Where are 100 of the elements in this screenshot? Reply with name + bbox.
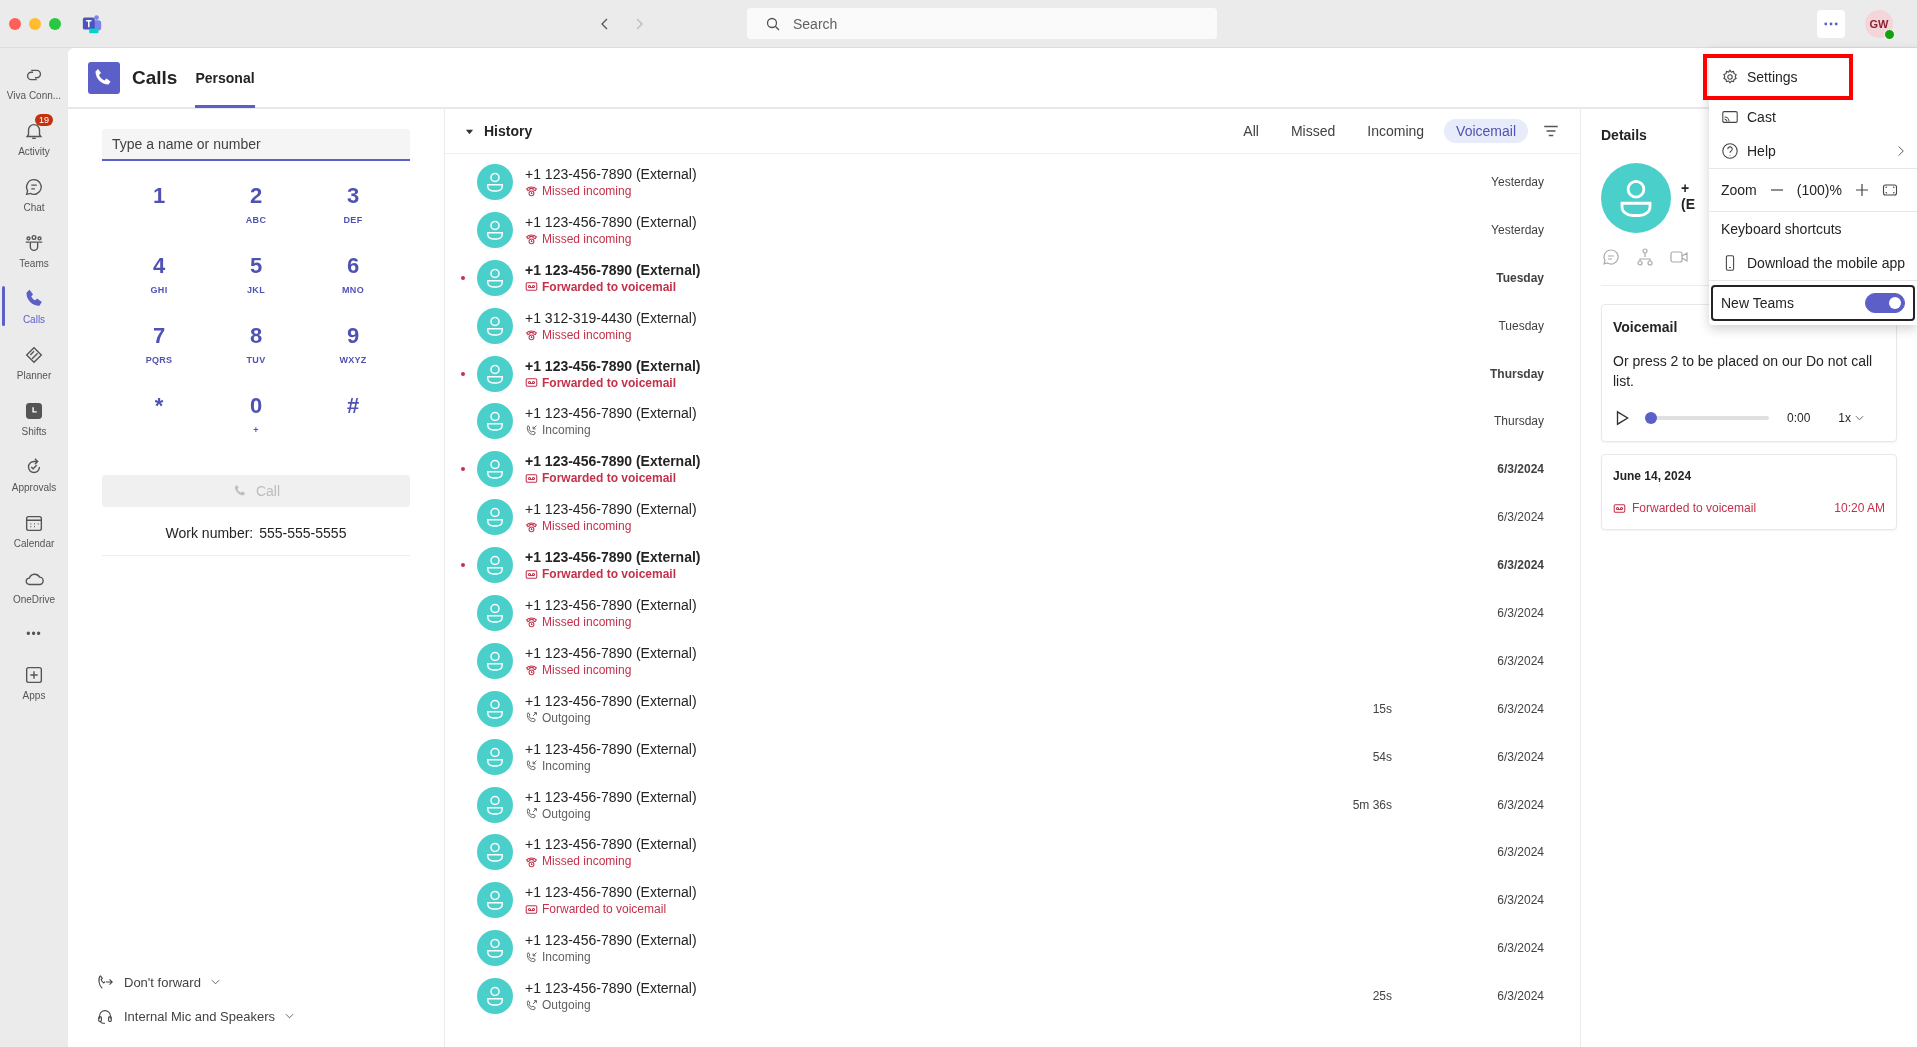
- call-date: 6/3/2024: [1496, 653, 1544, 668]
- full-screen-icon[interactable]: [1881, 182, 1898, 198]
- app-bar-item[interactable]: Calls: [0, 278, 68, 334]
- app-bar-item[interactable]: Shifts: [0, 390, 68, 446]
- outgoing-call-icon: [525, 807, 538, 820]
- caller-name: +1 312-319-4430 (External): [525, 309, 698, 326]
- filter-chip[interactable]: All: [1231, 119, 1271, 143]
- playback-speed-dropdown[interactable]: 1x: [1838, 411, 1865, 425]
- more-options-button[interactable]: [1817, 9, 1845, 38]
- voicemail-title: Voicemail: [1613, 319, 1679, 335]
- app-bar-label: Viva Conn...: [6, 89, 62, 101]
- dial-key[interactable]: 0 +: [207, 393, 305, 463]
- search-field[interactable]: Search: [747, 8, 1217, 39]
- search-icon: [765, 16, 781, 32]
- call-history-row[interactable]: +1 123-456-7890 (External) Outgoing 5m 36s 6/3/2024: [445, 780, 1580, 829]
- call-history-row[interactable]: +1 123-456-7890 (External) Forwarded to voicemail 6/3/2024: [445, 876, 1580, 925]
- dial-key[interactable]: *: [110, 393, 208, 463]
- filter-chip[interactable]: Voicemail: [1444, 119, 1528, 143]
- call-status: Missed incoming: [542, 854, 632, 869]
- app-bar-item[interactable]: Apps: [0, 654, 68, 710]
- missed-call-icon: [525, 184, 538, 198]
- app-bar-item[interactable]: •••: [0, 614, 68, 654]
- close-window-button[interactable]: [9, 17, 21, 30]
- call-history-row[interactable]: +1 123-456-7890 (External) Incoming Thursday: [445, 397, 1580, 446]
- dial-key[interactable]: 9 WXYZ: [304, 323, 402, 393]
- dial-key[interactable]: 6 MNO: [304, 253, 402, 323]
- app-bar-item[interactable]: Teams: [0, 222, 68, 278]
- menu-item[interactable]: Keyboard shortcuts: [1709, 212, 1917, 246]
- app-bar-item[interactable]: Viva Conn...: [0, 54, 68, 110]
- menu-item[interactable]: New Teams: [1711, 285, 1915, 321]
- call-history-row[interactable]: +1 123-456-7890 (External) Forwarded to voicemail 6/3/2024: [445, 541, 1580, 589]
- call-duration: 5m 36s: [1352, 797, 1392, 812]
- account-avatar[interactable]: GW: [1865, 9, 1893, 38]
- filter-chip[interactable]: Incoming: [1355, 119, 1437, 143]
- call-history-row[interactable]: +1 123-456-7890 (External) Forwarded to voicemail Thursday: [445, 349, 1580, 398]
- voicemail-icon: [525, 471, 538, 485]
- dial-key[interactable]: 2 ABC: [207, 183, 305, 253]
- history-section-toggle[interactable]: History: [465, 123, 533, 139]
- dial-key[interactable]: 8 TUV: [207, 323, 305, 393]
- caller-name: +1 123-456-7890 (External): [525, 788, 698, 805]
- dial-key[interactable]: 5 JKL: [207, 253, 305, 323]
- number-input-field[interactable]: Type a name or number: [102, 129, 410, 161]
- app-bar-item[interactable]: Chat: [0, 166, 68, 222]
- call-history-row[interactable]: +1 123-456-7890 (External) Missed incoming 6/3/2024: [445, 589, 1580, 637]
- call-history-row[interactable]: +1 123-456-7890 (External) Incoming 54s 6/3/2024: [445, 732, 1580, 781]
- call-history-row[interactable]: +1 123-456-7890 (External) Outgoing 25s 6/3/2024: [445, 972, 1580, 1021]
- filter-chip[interactable]: Missed: [1278, 119, 1348, 143]
- playback-time: 0:00: [1787, 411, 1811, 425]
- caller-name: +1 123-456-7890 (External): [525, 836, 698, 853]
- app-bar-item[interactable]: Planner: [0, 334, 68, 390]
- call-history-row[interactable]: +1 123-456-7890 (External) Forwarded to voicemail 6/3/2024: [445, 445, 1580, 494]
- call-history-row[interactable]: +1 123-456-7890 (External) Incoming 6/3/2024: [445, 924, 1580, 973]
- org-chart-icon[interactable]: [1635, 247, 1655, 267]
- zoom-in-icon[interactable]: [1853, 182, 1870, 198]
- app-bar-label: OneDrive: [12, 593, 56, 605]
- call-forwarding-dropdown[interactable]: Don't forward: [96, 965, 220, 999]
- call-history-row[interactable]: +1 123-456-7890 (External) Missed incoming Yesterday: [445, 205, 1580, 254]
- call-history-row[interactable]: +1 123-456-7890 (External) Forwarded to voicemail Tuesday: [445, 253, 1580, 302]
- avatar-icon: [477, 594, 513, 631]
- toggle-switch[interactable]: [1865, 293, 1905, 313]
- caller-name: +1 123-456-7890 (External): [525, 980, 698, 997]
- caller-name: +1 123-456-7890 (External): [525, 692, 698, 709]
- app-bar-item[interactable]: 19 Activity: [0, 110, 68, 166]
- slider-thumb[interactable]: [1645, 412, 1657, 424]
- app-bar-label: Activity: [18, 145, 50, 157]
- avatar-icon: [477, 211, 513, 248]
- app-bar-item[interactable]: Calendar: [0, 502, 68, 558]
- tab[interactable]: Personal: [195, 47, 255, 108]
- zoom-window-button[interactable]: [49, 17, 61, 30]
- dial-key[interactable]: 4 GHI: [110, 253, 208, 323]
- caller-name: +1 123-456-7890 (External): [525, 740, 698, 757]
- menu-item[interactable]: Cast: [1709, 100, 1917, 134]
- app-bar-item[interactable]: OneDrive: [0, 558, 68, 614]
- contact-name: +: [1681, 180, 1691, 196]
- incoming-call-icon: [525, 950, 538, 964]
- dial-key[interactable]: 7 PQRS: [110, 323, 208, 393]
- caller-name: +1 123-456-7890 (External): [525, 165, 698, 182]
- call-history-row[interactable]: +1 312-319-4430 (External) Missed incoming Tuesday: [445, 301, 1580, 350]
- call-history-row[interactable]: +1 123-456-7890 (External) Missed incoming 6/3/2024: [445, 828, 1580, 877]
- call-status: Missed incoming: [542, 183, 632, 198]
- call-history-row[interactable]: +1 123-456-7890 (External) Missed incoming 6/3/2024: [445, 636, 1580, 685]
- caller-name: +1 123-456-7890 (External): [525, 453, 702, 470]
- dial-key[interactable]: 1: [110, 183, 208, 253]
- call-history-row[interactable]: +1 123-456-7890 (External) Missed incoming 6/3/2024: [445, 493, 1580, 542]
- menu-item[interactable]: Settings: [1709, 60, 1847, 94]
- settings-icon: [1721, 68, 1739, 86]
- call-history-row[interactable]: +1 123-456-7890 (External) Outgoing 15s 6/3/2024: [445, 684, 1580, 733]
- call-status: Outgoing: [542, 806, 591, 821]
- playback-slider[interactable]: [1645, 412, 1769, 424]
- dial-key[interactable]: 3 DEF: [304, 183, 402, 253]
- app-bar-item[interactable]: Approvals: [0, 446, 68, 502]
- app-bar-label: Approvals: [11, 481, 57, 493]
- chat-icon[interactable]: [1601, 247, 1621, 267]
- incoming-call-icon: [525, 759, 538, 773]
- dial-key[interactable]: #: [304, 393, 402, 463]
- menu-item[interactable]: Help: [1709, 134, 1917, 168]
- menu-item[interactable]: Download the mobile app: [1709, 246, 1917, 280]
- app-bar-label: Shifts: [21, 425, 47, 437]
- audio-device-dropdown[interactable]: Internal Mic and Speakers: [96, 999, 295, 1033]
- call-history-row[interactable]: +1 123-456-7890 (External) Missed incoming Yesterday: [445, 158, 1580, 206]
